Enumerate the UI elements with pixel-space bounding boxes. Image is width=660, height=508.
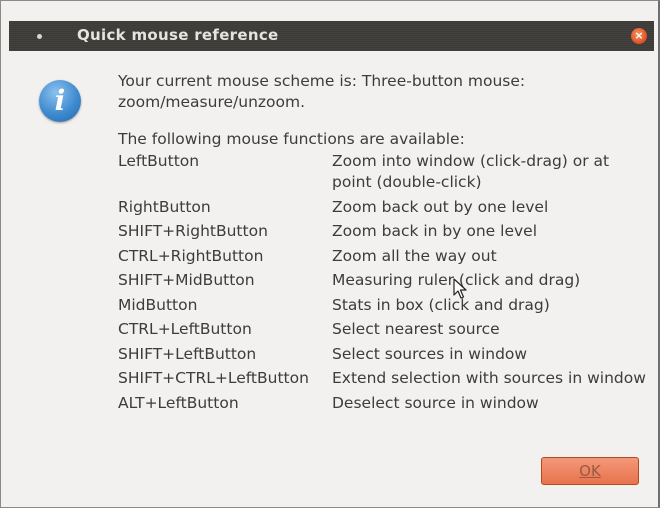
- function-row: SHIFT+MidButton Measuring ruler (click a…: [118, 270, 648, 291]
- function-action: Measuring ruler (click and drag): [332, 271, 581, 289]
- function-button: CTRL+RightButton: [118, 246, 264, 265]
- function-action: Deselect source in window: [332, 393, 539, 412]
- function-button: SHIFT+CTRL+LeftButton: [118, 369, 309, 387]
- function-row: CTRL+LeftButton Select nearest source: [118, 319, 648, 340]
- info-icon: i: [39, 80, 81, 122]
- function-row: CTRL+RightButton Zoom all the way out: [118, 246, 648, 267]
- screenshot-frame: Quick mouse reference × i Your current m…: [0, 0, 660, 508]
- function-action: Zoom all the way out: [332, 246, 497, 265]
- ok-button[interactable]: OK: [541, 457, 639, 485]
- function-action: Stats in box (click and drag): [332, 295, 550, 314]
- function-action: Select nearest source: [332, 320, 500, 338]
- function-button: ALT+LeftButton: [118, 393, 239, 412]
- function-row: LeftButton Zoom into window (click-drag)…: [118, 151, 648, 193]
- dialog-content: i Your current mouse scheme is: Three-bu…: [9, 51, 654, 501]
- function-button: SHIFT+RightButton: [118, 222, 268, 240]
- ok-button-label: OK: [579, 462, 601, 480]
- function-row: SHIFT+RightButton Zoom back in by one le…: [118, 221, 648, 242]
- window-menu-dot-icon[interactable]: [37, 34, 42, 39]
- mouse-functions-table: LeftButton Zoom into window (click-drag)…: [118, 151, 648, 417]
- function-action: Zoom back out by one level: [332, 197, 549, 216]
- function-button: MidButton: [118, 295, 198, 314]
- dialog-title: Quick mouse reference: [77, 26, 279, 44]
- function-button: SHIFT+LeftButton: [118, 344, 257, 363]
- function-action: Extend selection with sources in window: [332, 369, 646, 387]
- close-button[interactable]: ×: [631, 28, 647, 44]
- function-action: Zoom back in by one level: [332, 222, 537, 240]
- function-button: CTRL+LeftButton: [118, 320, 252, 338]
- function-row: MidButton Stats in box (click and drag): [118, 295, 648, 316]
- function-button: RightButton: [118, 197, 211, 216]
- function-button: LeftButton: [118, 152, 200, 170]
- function-row: SHIFT+CTRL+LeftButton Extend selection w…: [118, 368, 648, 389]
- function-row: ALT+LeftButton Deselect source in window: [118, 393, 648, 414]
- dialog-titlebar[interactable]: Quick mouse reference ×: [9, 21, 654, 51]
- function-action: Zoom into window (click-drag) or at poin…: [332, 152, 610, 191]
- mouse-pointer-icon: [453, 278, 467, 299]
- functions-intro-text: The following mouse functions are availa…: [118, 130, 465, 148]
- function-action: Select sources in window: [332, 344, 528, 363]
- function-row: RightButton Zoom back out by one level: [118, 197, 648, 218]
- mouse-scheme-text: Your current mouse scheme is: Three-butt…: [118, 72, 526, 111]
- function-row: SHIFT+LeftButton Select sources in windo…: [118, 344, 648, 365]
- function-button: SHIFT+MidButton: [118, 271, 255, 289]
